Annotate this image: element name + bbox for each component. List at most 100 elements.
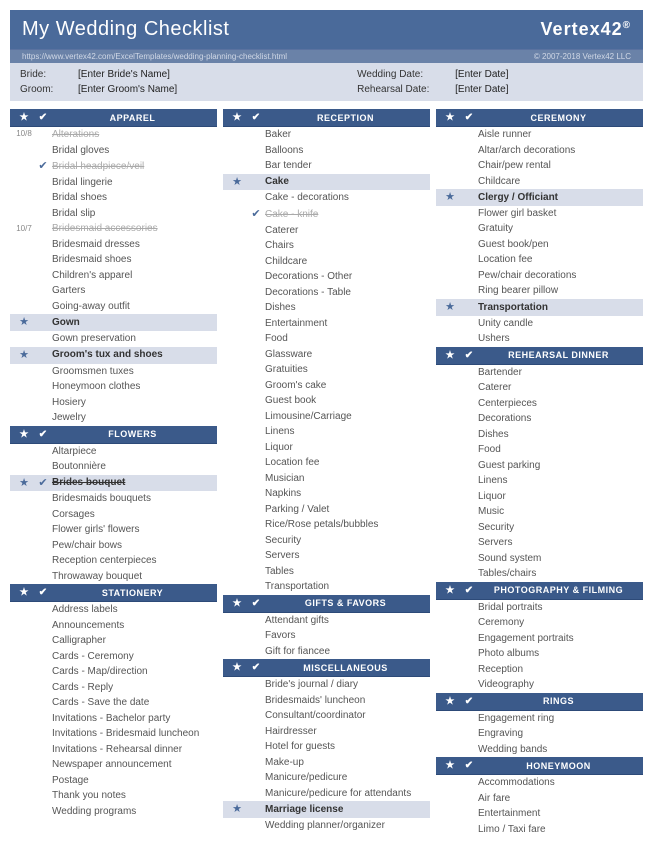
checklist-item[interactable]: Hotel for guests [223,739,430,755]
checklist-item[interactable]: 10/7Bridesmaid accessories [10,221,217,237]
checklist-item[interactable]: Musician [223,471,430,487]
checklist-item[interactable]: Reception [436,662,643,678]
checklist-item[interactable]: Groomsmen tuxes [10,364,217,380]
checklist-item[interactable]: Invitations - Rehearsal dinner [10,742,217,758]
checklist-item[interactable]: Bridal slip [10,206,217,222]
checklist-item[interactable]: Sound system [436,551,643,567]
checklist-item[interactable]: ★Clergy / Officiant [436,189,643,206]
checklist-item[interactable]: Tables [223,564,430,580]
checklist-item[interactable]: Music [436,504,643,520]
checklist-item[interactable]: Manicure/pedicure [223,770,430,786]
checklist-item[interactable]: Attendant gifts [223,613,430,629]
checklist-item[interactable]: Servers [223,548,430,564]
checklist-item[interactable]: Rice/Rose petals/bubbles [223,517,430,533]
checklist-item[interactable]: Decorations [436,411,643,427]
checklist-item[interactable]: Childcare [436,174,643,190]
checklist-item[interactable]: Gratuity [436,221,643,237]
checklist-item[interactable]: Guest parking [436,458,643,474]
checklist-item[interactable]: Guest book [223,393,430,409]
checklist-item[interactable]: ★Cake [223,174,430,191]
checklist-item[interactable]: Linens [223,424,430,440]
checklist-item[interactable]: Ushers [436,331,643,347]
checklist-item[interactable]: Cards - Map/direction [10,664,217,680]
checklist-item[interactable]: Dishes [223,300,430,316]
checklist-item[interactable]: Ring bearer pillow [436,283,643,299]
checklist-item[interactable]: Limousine/Carriage [223,409,430,425]
checklist-item[interactable]: Bridesmaid dresses [10,237,217,253]
checklist-item[interactable]: 10/8Alterations [10,127,217,143]
checklist-item[interactable]: Location fee [223,455,430,471]
checklist-item[interactable]: Security [223,533,430,549]
wedding-date-field[interactable]: [Enter Date] [455,69,508,80]
checklist-item[interactable]: Videography [436,677,643,693]
checklist-item[interactable]: Guest book/pen [436,237,643,253]
checklist-item[interactable]: Wedding bands [436,742,643,758]
checklist-item[interactable]: Gratuities [223,362,430,378]
priority-cell[interactable]: ★ [14,476,34,491]
checklist-item[interactable]: Caterer [436,380,643,396]
checklist-item[interactable]: Decorations - Table [223,285,430,301]
checklist-item[interactable]: Bridal shoes [10,190,217,206]
priority-cell[interactable]: ★ [14,315,34,330]
checklist-item[interactable]: Liquor [223,440,430,456]
checklist-item[interactable]: Glassware [223,347,430,363]
checklist-item[interactable]: Pew/chair bows [10,538,217,554]
checklist-item[interactable]: Centerpieces [436,396,643,412]
checklist-item[interactable]: Reception centerpieces [10,553,217,569]
checklist-item[interactable]: Parking / Valet [223,502,430,518]
checklist-item[interactable]: Engagement portraits [436,631,643,647]
checklist-item[interactable]: Groom's cake [223,378,430,394]
checklist-item[interactable]: Childcare [223,254,430,270]
checklist-item[interactable]: Hosiery [10,395,217,411]
checklist-item[interactable]: Gown preservation [10,331,217,347]
checklist-item[interactable]: ★Transportation [436,299,643,316]
checklist-item[interactable]: Invitations - Bachelor party [10,711,217,727]
checklist-item[interactable]: Air fare [436,791,643,807]
priority-cell[interactable]: 10/7 [14,224,34,235]
checklist-item[interactable]: Baker [223,127,430,143]
checklist-item[interactable]: Children's apparel [10,268,217,284]
checklist-item[interactable]: Accommodations [436,775,643,791]
groom-field[interactable]: [Enter Groom's Name] [78,84,177,95]
checklist-item[interactable]: Chair/pew rental [436,158,643,174]
checklist-item[interactable]: Corsages [10,507,217,523]
checklist-item[interactable]: Engraving [436,726,643,742]
checklist-item[interactable]: ✔Cake - knife [223,206,430,223]
checklist-item[interactable]: Food [436,442,643,458]
checklist-item[interactable]: Newspaper announcement [10,757,217,773]
checklist-item[interactable]: Napkins [223,486,430,502]
checklist-item[interactable]: Address labels [10,602,217,618]
checklist-item[interactable]: ★Marriage license [223,801,430,818]
done-cell[interactable]: ✔ [34,159,52,174]
priority-cell[interactable]: ★ [440,190,460,205]
checklist-item[interactable]: Unity candle [436,316,643,332]
checklist-item[interactable]: Invitations - Bridesmaid luncheon [10,726,217,742]
checklist-item[interactable]: Jewelry [10,410,217,426]
checklist-item[interactable]: Postage [10,773,217,789]
checklist-item[interactable]: ★✔Brides bouquet [10,475,217,492]
checklist-item[interactable]: Bridal lingerie [10,175,217,191]
checklist-item[interactable]: Flower girls' flowers [10,522,217,538]
checklist-item[interactable]: Bar tender [223,158,430,174]
checklist-item[interactable]: Ceremony [436,615,643,631]
bride-field[interactable]: [Enter Bride's Name] [78,69,170,80]
checklist-item[interactable]: Bride's journal / diary [223,677,430,693]
checklist-item[interactable]: Boutonnière [10,459,217,475]
checklist-item[interactable]: Bridesmaids' luncheon [223,693,430,709]
checklist-item[interactable]: Linens [436,473,643,489]
checklist-item[interactable]: Tables/chairs [436,566,643,582]
checklist-item[interactable]: Consultant/coordinator [223,708,430,724]
checklist-item[interactable]: Cake - decorations [223,190,430,206]
checklist-item[interactable]: Bridesmaid shoes [10,252,217,268]
checklist-item[interactable]: Honeymoon clothes [10,379,217,395]
checklist-item[interactable]: Favors [223,628,430,644]
checklist-item[interactable]: Photo albums [436,646,643,662]
checklist-item[interactable]: Entertainment [436,806,643,822]
checklist-item[interactable]: Wedding planner/organizer [223,818,430,834]
checklist-item[interactable]: Balloons [223,143,430,159]
checklist-item[interactable]: Manicure/pedicure for attendants [223,786,430,802]
checklist-item[interactable]: Flower girl basket [436,206,643,222]
priority-cell[interactable]: ★ [14,348,34,363]
checklist-item[interactable]: Cards - Reply [10,680,217,696]
checklist-item[interactable]: Liquor [436,489,643,505]
